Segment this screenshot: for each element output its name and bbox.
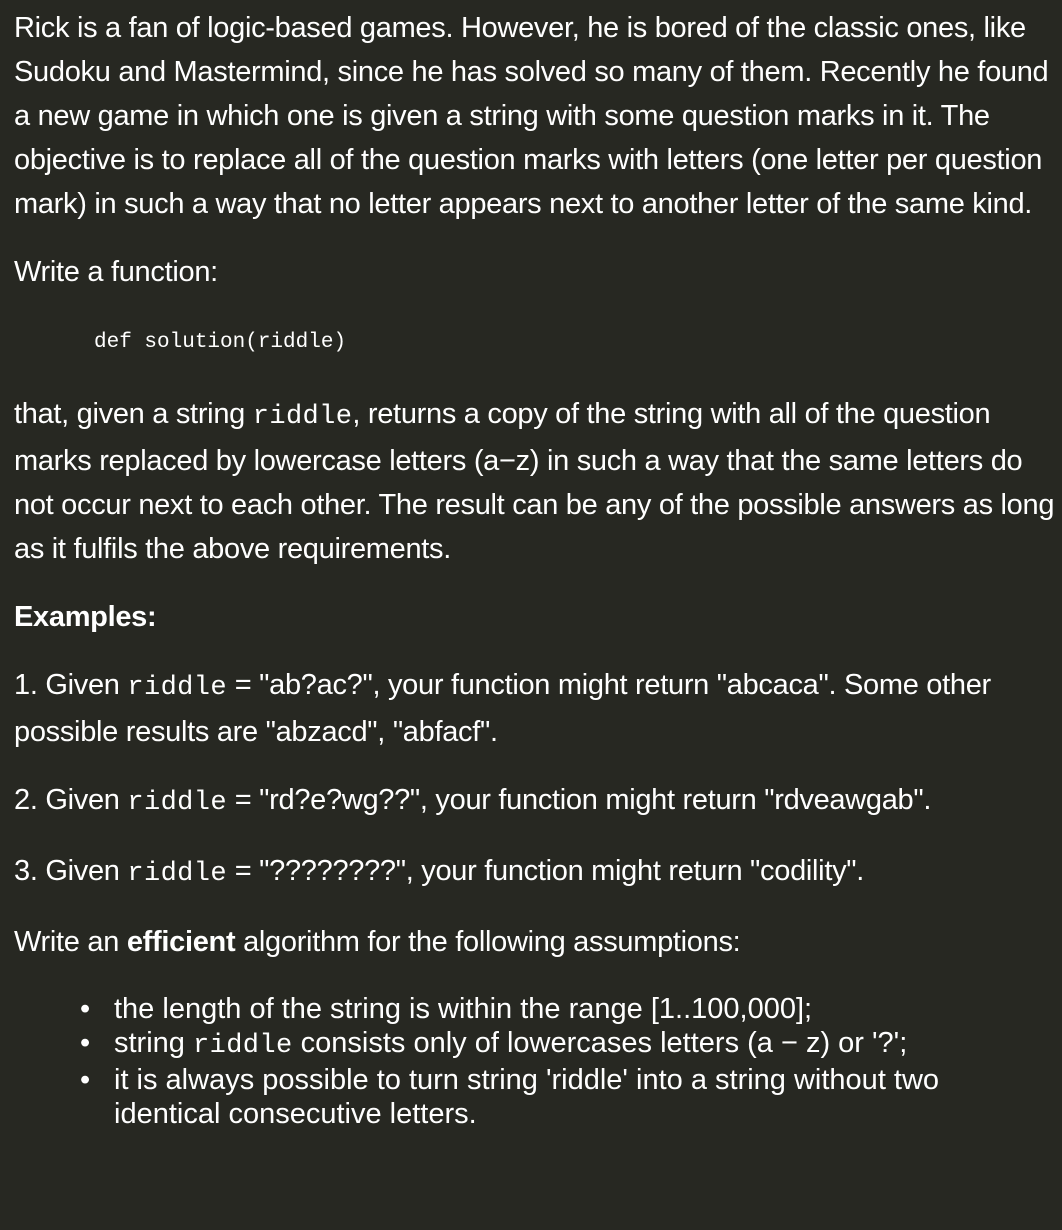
inline-code-riddle: riddle — [127, 788, 227, 818]
bullet-icon: • — [80, 993, 91, 1025]
efficiency-text-1: Write an — [14, 926, 127, 958]
assumption-text: it is always possible to turn string 'ri… — [114, 1064, 940, 1130]
example-1: 1. Given riddle = "ab?ac?", your functio… — [14, 663, 1059, 754]
examples-heading: Examples: — [14, 601, 157, 633]
list-item: • string riddle consists only of lowercas… — [80, 1026, 974, 1063]
inline-code-riddle: riddle — [252, 402, 353, 432]
assumptions-list: • the length of the string is within the … — [14, 992, 974, 1131]
example-prefix: 3. Given — [14, 855, 128, 887]
assumption-text: the length of the string is within the r… — [114, 993, 813, 1025]
assumption-text: string — [114, 1027, 193, 1059]
example-suffix: = "????????", your function might return… — [226, 855, 865, 887]
assumption-text-post: consists only of lowercases letters (a −… — [292, 1027, 908, 1059]
efficiency-text-2: algorithm for the following assumptions: — [235, 926, 741, 958]
example-prefix: 2. Given — [14, 784, 128, 816]
efficiency-statement: Write an efficient algorithm for the fol… — [14, 920, 1059, 964]
example-2: 2. Given riddle = "rd?e?wg??", your func… — [14, 778, 1059, 825]
inline-code-riddle: riddle — [192, 1031, 293, 1061]
example-suffix: = "rd?e?wg??", your function might retur… — [226, 784, 932, 816]
function-signature: def solution(riddle) — [94, 331, 347, 354]
bullet-icon: • — [80, 1027, 91, 1059]
efficiency-bold: efficient — [126, 926, 236, 958]
intro-paragraph: Rick is a fan of logic-based games. Howe… — [14, 12, 1049, 220]
inline-code-riddle: riddle — [127, 859, 227, 889]
list-item: • it is always possible to turn string 'r… — [80, 1063, 974, 1131]
problem-statement: Rick is a fan of logic-based games. Howe… — [0, 0, 1062, 1230]
description-text-1: that, given a string — [14, 398, 253, 430]
example-3: 3. Given riddle = "????????", your funct… — [14, 849, 1059, 896]
inline-code-riddle: riddle — [127, 673, 227, 703]
bullet-icon: • — [80, 1064, 91, 1096]
example-prefix: 1. Given — [14, 669, 128, 701]
write-function-label: Write a function: — [14, 256, 218, 288]
list-item: • the length of the string is within the … — [80, 992, 974, 1026]
description-paragraph: that, given a string riddle, returns a c… — [14, 392, 1059, 571]
